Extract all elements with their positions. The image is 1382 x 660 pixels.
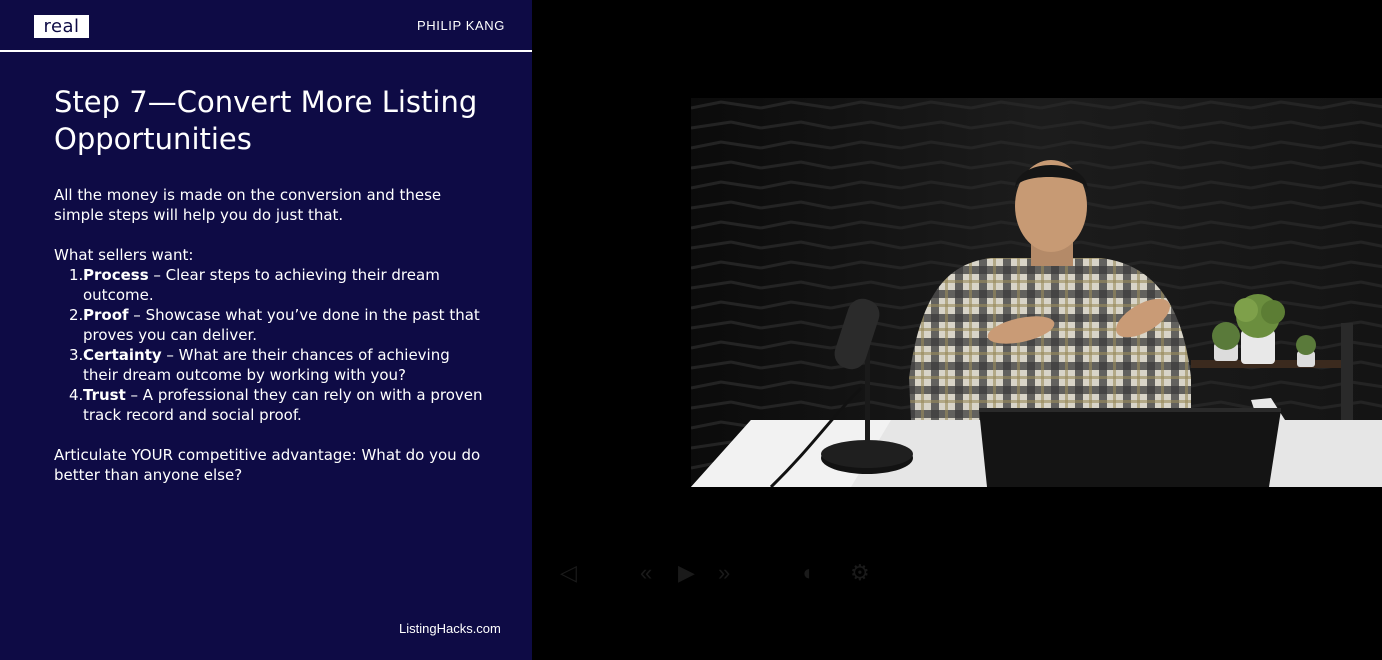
step-text: – Showcase what you’ve done in the past …: [83, 306, 480, 344]
slide-title: Step 7—Convert More Listing Opportunitie…: [54, 85, 478, 156]
laptop: [979, 410, 1281, 487]
video-feed[interactable]: [691, 98, 1382, 487]
step-label: Process: [83, 266, 149, 284]
slide-panel: real PHILIP KANG Step 7—Convert More Lis…: [0, 0, 532, 660]
step-number: 2.: [69, 306, 84, 324]
list-item: 2. Proof – Showcase what you’ve done in t…: [54, 305, 484, 345]
step-number: 3.: [69, 346, 84, 364]
step-label: Certainty: [83, 346, 162, 364]
presenter-shirt: [909, 258, 1191, 420]
intro-text: All the money is made on the conversion …: [54, 186, 442, 224]
presenter-video-frame: [691, 98, 1382, 487]
fast-forward-icon[interactable]: »: [718, 560, 730, 586]
list-item: 1. Process – Clear steps to achieving the…: [54, 265, 484, 305]
mic-stand: [865, 343, 870, 453]
step-text: – A professional they can rely on with a…: [83, 386, 483, 424]
steps-list: 1. Process – Clear steps to achieving the…: [54, 265, 484, 425]
player-controls: ◁ « ▶ » ◖ ⚙: [560, 560, 920, 590]
slide-body: All the money is made on the conversion …: [54, 185, 484, 485]
list-item: 4. Trust – A professional they can rely o…: [54, 385, 484, 425]
step-number: 1.: [69, 266, 84, 284]
step-number: 4.: [69, 386, 84, 404]
volume-icon[interactable]: ◖: [800, 560, 813, 586]
step-label: Proof: [83, 306, 129, 324]
presenter-name: PHILIP KANG: [416, 18, 505, 33]
closing-text: Articulate YOUR competitive advantage: W…: [54, 446, 481, 484]
list-item: 3. Certainty – What are their chances of …: [54, 345, 484, 385]
skip-back-icon[interactable]: ◁: [560, 560, 577, 586]
website-link[interactable]: ListingHacks.com: [399, 621, 501, 636]
slide-header: real PHILIP KANG: [0, 0, 532, 52]
play-icon[interactable]: ▶: [678, 560, 695, 586]
step-label: Trust: [83, 386, 126, 404]
real-logo: real: [34, 15, 89, 38]
rewind-icon[interactable]: «: [640, 560, 652, 586]
sellers-heading: What sellers want:: [54, 246, 194, 264]
settings-icon[interactable]: ⚙: [850, 560, 870, 586]
